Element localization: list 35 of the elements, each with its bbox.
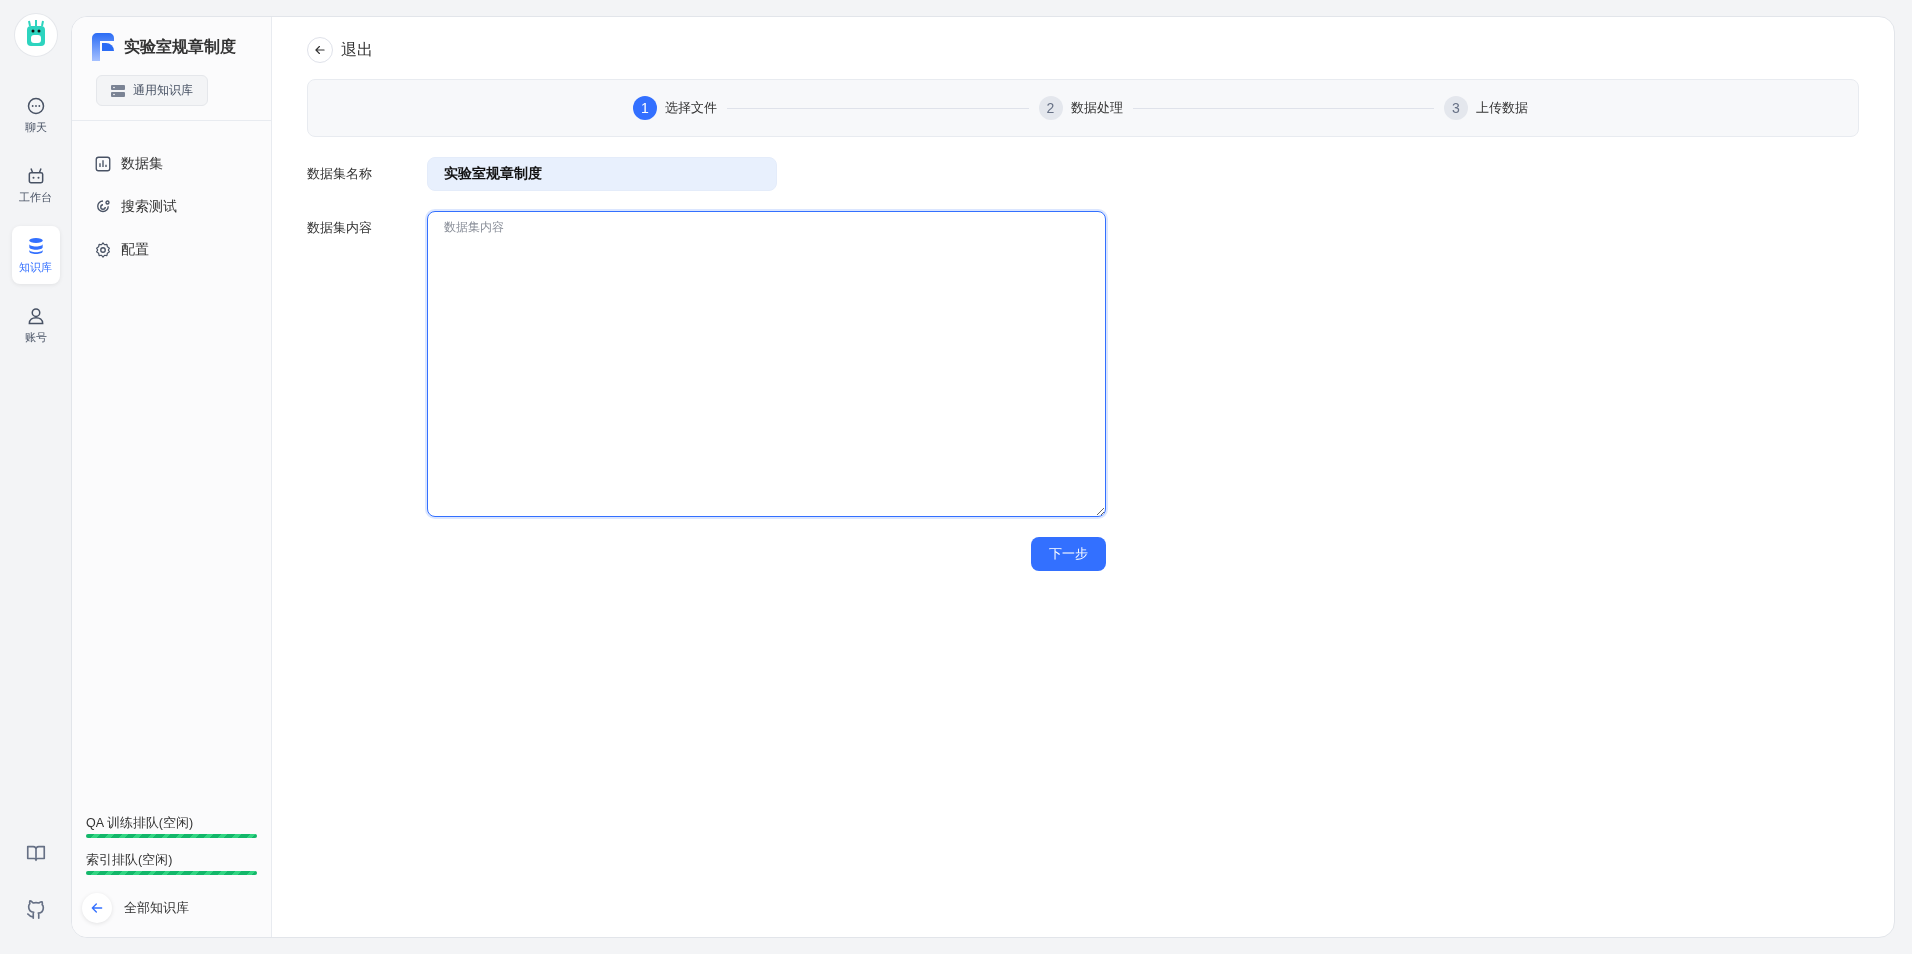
back-link-label[interactable]: 全部知识库 [124, 899, 189, 917]
queue-status-label: 索引排队(空闲) [86, 852, 173, 869]
app-logo-icon [92, 33, 114, 61]
back-arrow-icon [313, 43, 327, 57]
server-icon [111, 84, 125, 97]
field-label: 数据集名称 [307, 165, 373, 183]
knowledge-base-title: 实验室规章制度 [124, 36, 236, 57]
next-button[interactable]: 下一步 [1031, 537, 1106, 571]
sidebar-item[interactable]: 数据集 [80, 145, 263, 183]
github-icon[interactable] [24, 898, 47, 920]
exit-label[interactable]: 退出 [341, 39, 373, 61]
step-label: 数据处理 [1070, 99, 1123, 117]
chat-bubble-icon [25, 95, 46, 116]
step-number: 1 [633, 96, 657, 120]
queue-status-label: QA 训练排队(空闲) [86, 815, 194, 832]
exit-button[interactable] [307, 37, 333, 63]
back-button[interactable] [82, 893, 112, 923]
settings-icon [94, 241, 112, 259]
step-label: 选择文件 [665, 99, 717, 117]
content-textarea[interactable]: 数据集内容 [427, 211, 1106, 517]
back-arrow-icon [89, 900, 105, 916]
sidebar-item[interactable]: 配置 [80, 231, 263, 269]
step-number: 2 [1038, 96, 1063, 120]
nav-item[interactable]: 聊天 [11, 86, 60, 144]
tag-label: 通用知识库 [133, 82, 193, 99]
step-label: 上传数据 [1476, 99, 1528, 117]
sidebar-item[interactable]: 搜索测试 [80, 188, 263, 226]
nav-item[interactable]: 知识库 [11, 226, 60, 284]
avatar[interactable] [14, 14, 57, 56]
field-label: 数据集内容 [307, 219, 373, 237]
nav-item[interactable]: 工作台 [11, 156, 60, 214]
bar-chart-icon [94, 155, 112, 173]
step-number: 3 [1444, 96, 1468, 120]
name-input-field[interactable]: 实验室规章制度 [427, 157, 777, 191]
nav-item[interactable]: 账号 [11, 296, 60, 354]
